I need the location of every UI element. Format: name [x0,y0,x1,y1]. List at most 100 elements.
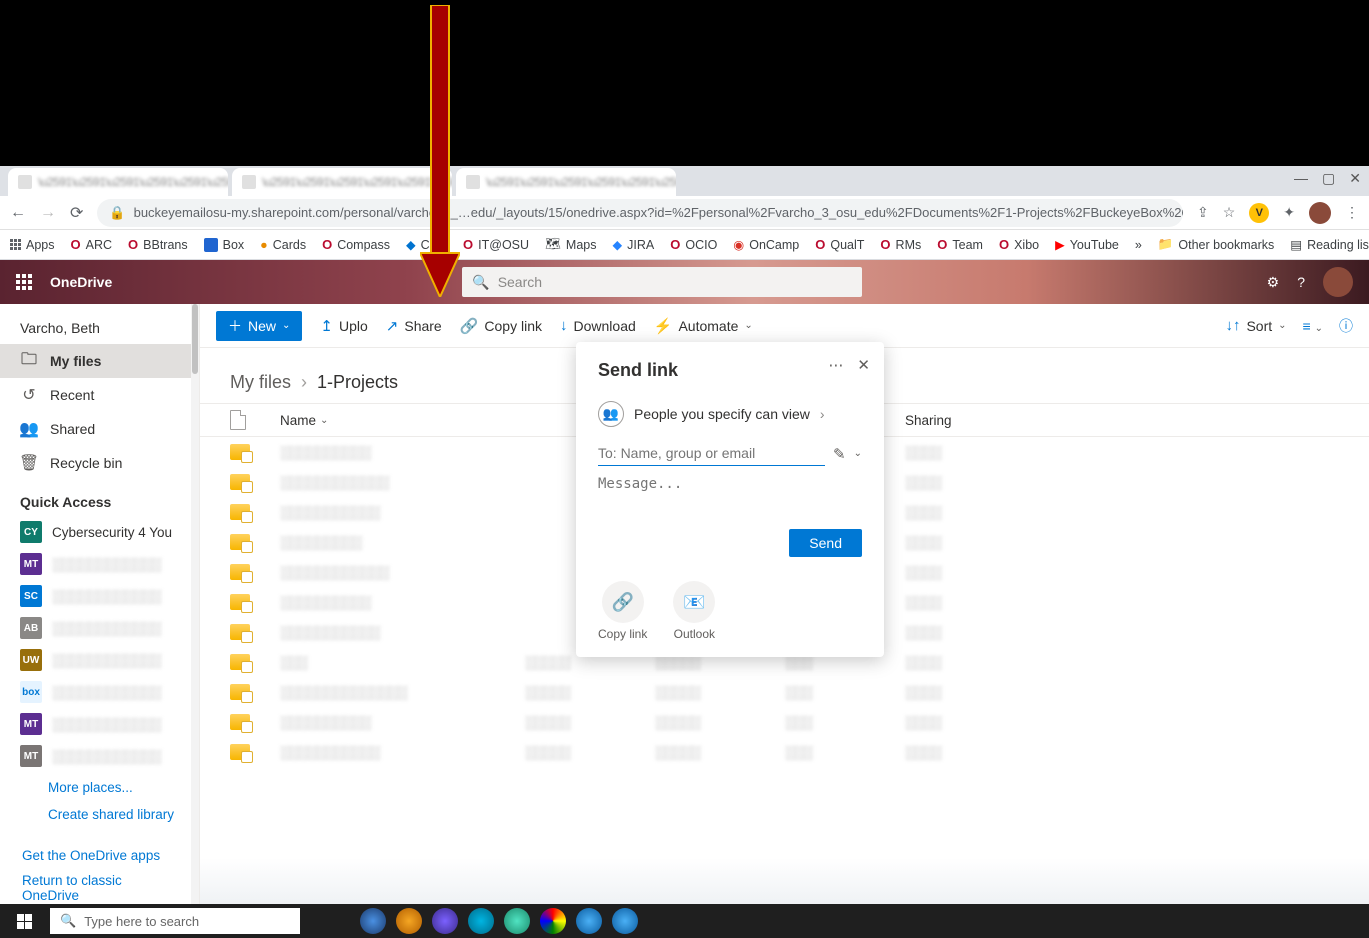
table-row[interactable]: ░░░░░░░░░░░░░░ ░░░░░ ░░░░░ ░░░ ░░░░ [200,677,1369,707]
sort-button[interactable]: ↓↑Sort⌄ [1225,317,1286,334]
chevron-down-icon[interactable]: ⌄ [854,448,862,459]
download-button[interactable]: ↓Download [560,317,636,334]
install-icon[interactable]: ⇪ [1197,204,1209,221]
kebab-icon[interactable]: ⋮ [1345,204,1359,221]
bookmark-item[interactable]: OQualT [815,237,864,252]
new-button[interactable]: ＋New⌄ [216,311,302,341]
cell-sharing: ░░░░ [905,745,1025,760]
bookmark-item[interactable]: ●Cards [260,238,306,252]
copylink-button[interactable]: 🔗Copy link [460,317,542,335]
bookmark-item[interactable]: ORMs [880,237,921,252]
sidebar-item-shared[interactable]: 👥Shared [0,412,199,446]
apps-bookmark[interactable]: Apps [10,238,55,252]
outlook-action[interactable]: 📧 Outlook [673,581,715,641]
return-classic-link[interactable]: Return to classic OneDrive [0,868,199,908]
edit-permissions-icon[interactable]: ✎ [833,445,846,463]
bookmark-item[interactable]: Box [204,238,245,252]
quick-access-item[interactable]: SC░░░░░░░░░░░░ [0,580,199,612]
link-settings-button[interactable]: 👥 People you specify can view › [598,395,862,441]
chrome-avatar[interactable] [1309,202,1331,224]
more-places-link[interactable]: More places... [0,772,199,799]
taskbar-app-icon[interactable] [360,908,386,934]
address-bar[interactable]: 🔒 buckeyemailosu-my.sharepoint.com/perso… [97,199,1183,227]
cell-modified: ░░░░░ [525,715,655,730]
star-icon[interactable]: ☆ [1223,204,1236,221]
table-row[interactable]: ░░░░░░░░░░ ░░░░░ ░░░░░ ░░░ ░░░░ [200,707,1369,737]
back-icon[interactable]: ← [10,204,26,222]
extensions-icon[interactable]: ✦ [1283,204,1295,221]
get-onedrive-apps-link[interactable]: Get the OneDrive apps [0,843,199,868]
bookmark-item[interactable]: OTeam [937,237,983,252]
user-avatar[interactable] [1323,267,1353,297]
create-shared-library-link[interactable]: Create shared library [0,799,199,826]
taskbar-app-icon[interactable] [396,908,422,934]
folder-icon [230,744,250,760]
bookmark-item[interactable]: OOCIO [670,237,717,252]
sidebar-scrollbar[interactable] [191,304,199,918]
table-row[interactable]: ░░░░░░░░░░░ ░░░░░ ░░░░░ ░░░ ░░░░ [200,737,1369,767]
bookmark-item[interactable]: ◆Cmp [406,237,447,252]
app-launcher-icon[interactable] [16,274,32,290]
view-options-button[interactable]: ≡ ⌄ [1303,318,1323,334]
more-options-icon[interactable]: ⋯ [828,356,843,374]
taskbar-app-icon[interactable] [576,908,602,934]
upload-button[interactable]: ↥Uplo [320,317,367,335]
breadcrumb-root[interactable]: My files [230,372,291,393]
start-button[interactable] [0,904,48,938]
bookmark-item[interactable]: OIT@OSU [463,237,529,252]
column-sharing[interactable]: Sharing [905,413,1025,428]
details-pane-button[interactable]: ⓘ [1339,316,1353,336]
browser-tab[interactable]: \u2591\u2591\u2591\u2591\u2591\u2591\u25… [8,168,228,196]
bookmark-item[interactable]: OARC [71,237,113,252]
reading-list[interactable]: ▤Reading list [1290,237,1369,252]
bookmark-item[interactable]: ◆JIRA [613,237,655,252]
sidebar-item-recent[interactable]: ↺Recent [0,378,199,412]
windows-taskbar: 🔍Type here to search [0,904,1369,938]
flow-icon: ⚡ [654,317,673,335]
send-button[interactable]: Send [789,529,862,557]
taskbar-app-icon[interactable] [540,908,566,934]
forward-icon[interactable]: → [40,204,56,222]
taskbar-app-icon[interactable] [432,908,458,934]
taskbar-app-icon[interactable] [504,908,530,934]
other-bookmarks[interactable]: 📁Other bookmarks [1158,237,1274,252]
taskbar-app-icon[interactable] [612,908,638,934]
automate-button[interactable]: ⚡Automate⌄ [654,317,753,335]
sidebar-item-myfiles[interactable]: 🗀My files [0,344,199,378]
taskbar-app-icon[interactable] [468,908,494,934]
quick-access-item[interactable]: box░░░░░░░░░░░░ [0,676,199,708]
taskbar-search[interactable]: 🔍Type here to search [50,908,300,934]
quick-access-item[interactable]: MT░░░░░░░░░░░░ [0,548,199,580]
bookmark-item[interactable]: OBBtrans [128,237,188,252]
trash-icon: 🗑 [20,454,38,472]
sidebar-item-recyclebin[interactable]: 🗑Recycle bin [0,446,199,480]
close-icon[interactable]: ✕ [857,356,870,374]
help-icon[interactable]: ? [1297,274,1305,290]
close-icon[interactable]: ✕ [1349,170,1361,187]
bookmark-overflow[interactable]: » [1135,238,1142,252]
bookmark-item[interactable]: OCompass [322,237,390,252]
quick-access-item[interactable]: AB░░░░░░░░░░░░ [0,612,199,644]
share-button[interactable]: ↗Share [386,317,442,335]
bookmark-item[interactable]: ◉OnCamp [733,237,799,252]
profile-badge[interactable]: V [1249,203,1269,223]
minimize-icon[interactable]: ― [1294,170,1308,187]
bookmark-item[interactable]: OXibo [999,237,1039,252]
site-badge: AB [20,617,42,639]
quick-access-item[interactable]: MT░░░░░░░░░░░░ [0,740,199,772]
quick-access-item[interactable]: MT░░░░░░░░░░░░ [0,708,199,740]
column-name[interactable]: Name⌄ [280,413,525,428]
copylink-action[interactable]: 🔗 Copy link [598,581,647,641]
bookmark-item[interactable]: ▶YouTube [1055,237,1119,252]
search-input[interactable]: 🔍 Search [462,267,862,297]
message-input[interactable] [598,476,862,526]
bookmark-item[interactable]: 🗺Maps [545,237,596,252]
browser-tab[interactable]: \u2591\u2591\u2591\u2591\u2591\u2591\u25… [456,168,676,196]
recipients-input[interactable] [598,441,825,466]
reload-icon[interactable]: ⟳ [70,203,83,223]
browser-tab[interactable]: \u2591\u2591\u2591\u2591\u2591\u2591\u25… [232,168,452,196]
quick-access-item[interactable]: UW░░░░░░░░░░░░ [0,644,199,676]
settings-icon[interactable]: ⚙ [1267,274,1280,291]
maximize-icon[interactable]: ▢ [1322,170,1335,187]
quick-access-item[interactable]: CYCybersecurity 4 You [0,516,199,548]
